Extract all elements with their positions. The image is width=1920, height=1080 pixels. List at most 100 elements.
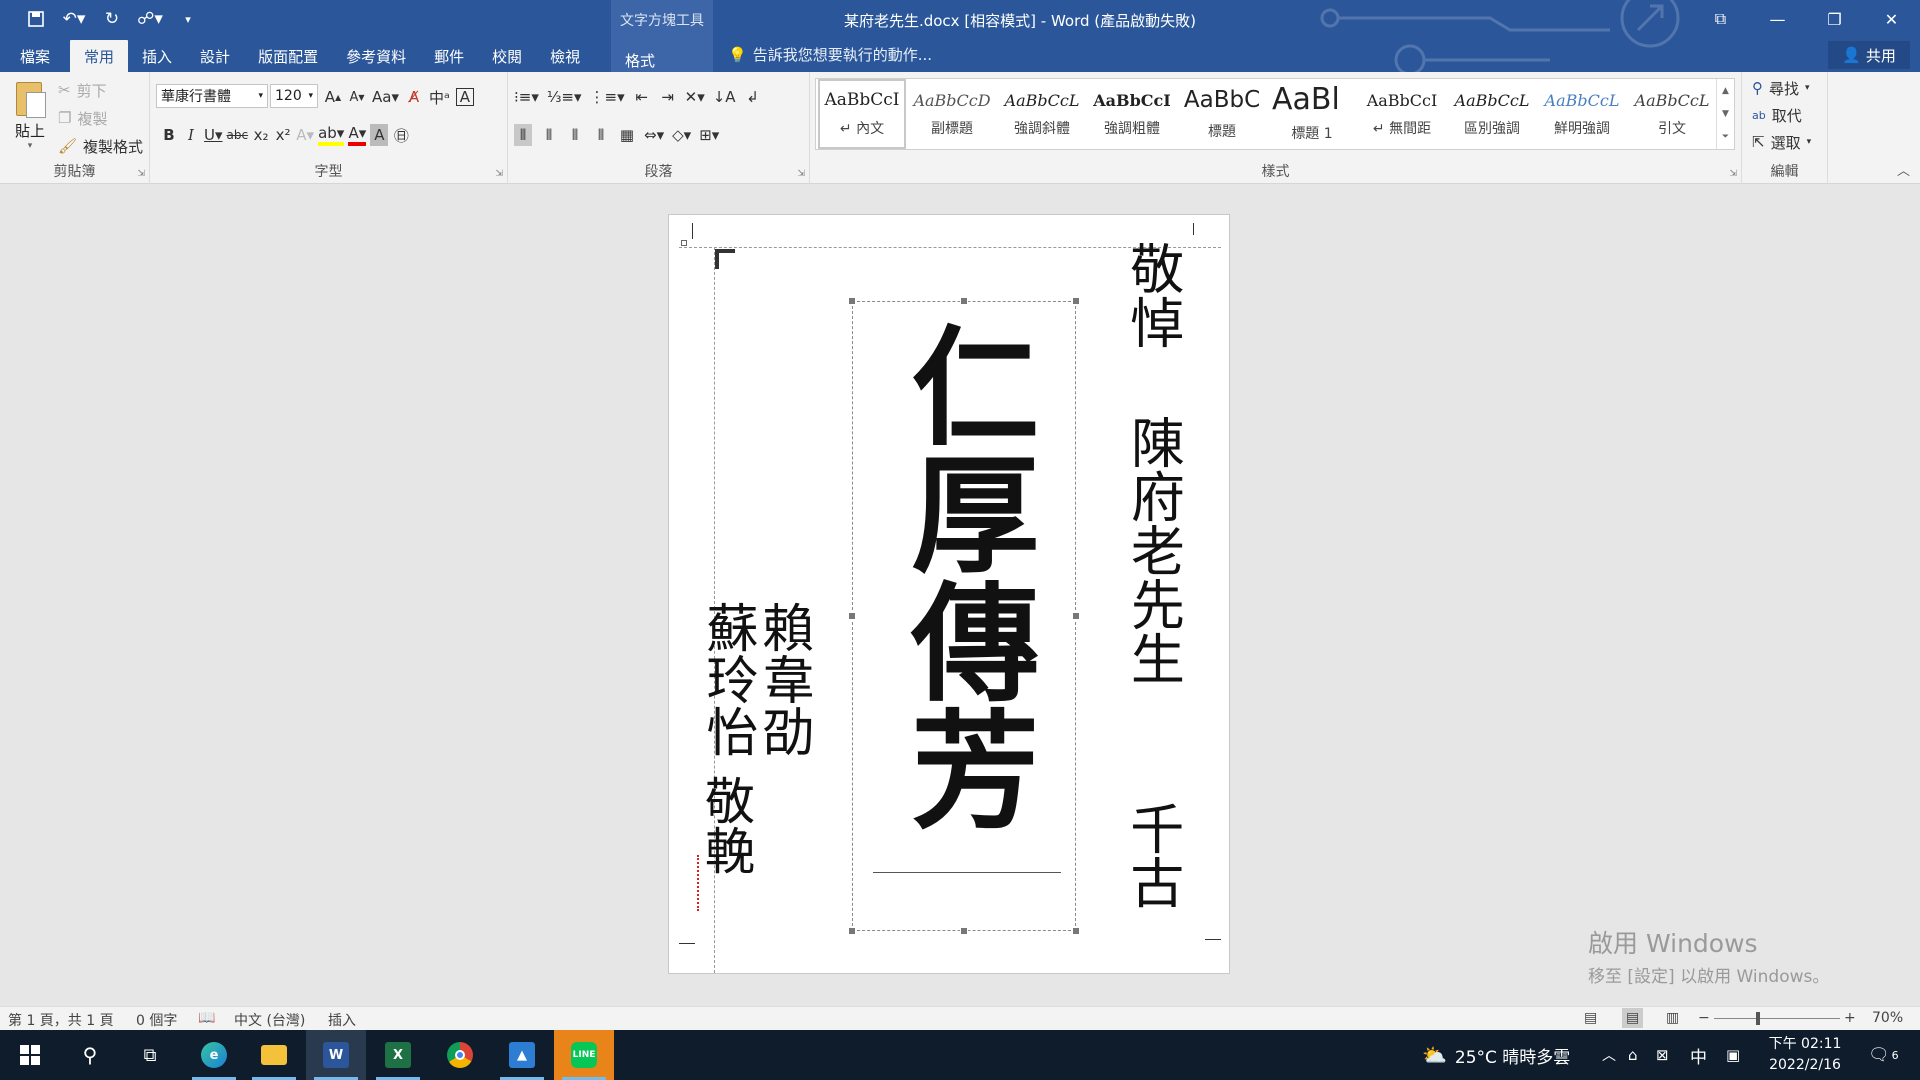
style-heading1[interactable]: AaBl 標題 1 [1268,79,1356,149]
resize-handle[interactable] [848,612,856,620]
tab-references[interactable]: 參考資料 [332,40,420,72]
word-count[interactable]: 0 個字 [136,1010,177,1030]
taskbar-photos[interactable]: ▲ [492,1030,552,1080]
minimize-button[interactable]: — [1749,0,1806,38]
clock[interactable]: 下午 02:11 2022/2/16 [1762,1034,1848,1076]
subscript-icon[interactable]: x₂ [252,124,270,146]
read-mode-icon[interactable]: ▤ [1584,1010,1597,1026]
style-normal[interactable]: AaBbCcI ↵ 內文 [818,79,906,149]
align-middle-icon[interactable]: ⫴ [540,124,558,146]
decrease-indent-icon[interactable]: ⇤ [633,86,651,108]
taskbar-excel[interactable]: X [368,1030,428,1080]
superscript-icon[interactable]: x² [274,124,292,146]
ime-indicator[interactable]: 中 [1690,1030,1707,1080]
resize-handle[interactable] [1072,297,1080,305]
clear-format-icon[interactable]: A̸ [405,86,423,108]
sort-icon[interactable]: ↓A [713,86,736,108]
increase-indent-icon[interactable]: ⇥ [659,86,677,108]
print-layout-icon[interactable]: ▤ [1622,1008,1644,1028]
save-icon[interactable] [20,6,52,32]
tab-design[interactable]: 設計 [186,40,244,72]
resize-handle[interactable] [848,927,856,935]
tab-review[interactable]: 校閱 [478,40,536,72]
resize-handle[interactable] [1072,612,1080,620]
distributed-icon[interactable]: ▦ [618,124,636,146]
multilevel-list-icon[interactable]: ⋮≡▾ [590,86,625,108]
start-button[interactable] [0,1030,60,1080]
select-button[interactable]: ⇱ 選取 ▾ [1752,130,1811,154]
copy-button[interactable]: ❐ 複製 [58,106,143,130]
gallery-more-icon[interactable]: ⏷ [1722,132,1729,142]
resize-handle[interactable] [848,297,856,305]
zoom-in-icon[interactable]: + [1844,1010,1856,1026]
dialog-launcher-icon[interactable]: ⇲ [137,169,145,179]
taskbar-chrome[interactable] [430,1030,490,1080]
insert-mode[interactable]: 插入 [328,1010,356,1030]
proofing-icon[interactable]: 📖 [198,1010,215,1026]
chevron-up-icon[interactable]: ▲ [1722,86,1729,96]
shading-icon[interactable]: ◇▾ [672,124,691,146]
style-subtle-emphasis[interactable]: AaBbCcL 強調斜體 [998,79,1086,149]
find-button[interactable]: ⚲ 尋找 ▾ [1752,76,1811,100]
dialog-launcher-icon[interactable]: ⇲ [797,169,805,179]
network-icon[interactable]: ⊠ [1656,1030,1669,1080]
ribbon-display-options-icon[interactable]: ⧉ [1692,0,1749,38]
char-border-icon[interactable]: A [455,88,474,106]
redo-icon[interactable]: ↻ [96,6,128,32]
format-painter-button[interactable]: 🖌 複製格式 [58,134,143,158]
tell-me-box[interactable]: 💡 告訴我您想要執行的動作... [728,44,932,65]
font-name-combo[interactable]: 華康行書體 ▾ [156,84,268,108]
change-case-button[interactable]: Aa ▾ [372,86,399,108]
weather-widget[interactable]: ⛅ 25°C 晴時多雲 [1422,1030,1570,1080]
close-button[interactable]: ✕ [1863,0,1920,38]
style-title[interactable]: AaBbC 標題 [1178,79,1266,149]
line-spacing-icon[interactable]: ⇔▾ [644,124,664,146]
style-intense-emphasis[interactable]: AaBbCcL 鮮明強調 [1538,79,1626,149]
taskbar-explorer[interactable] [244,1030,304,1080]
undo-icon[interactable]: ↶▾ [58,6,90,32]
italic-icon[interactable]: I [182,124,200,146]
paste-button[interactable]: 貼上 ▾ [10,78,50,151]
zoom-level[interactable]: 70% [1872,1010,1903,1026]
zoom-out-icon[interactable]: − [1698,1010,1710,1026]
taskbar-word[interactable]: W [306,1030,366,1080]
style-subtitle[interactable]: AaBbCcD 副標題 [908,79,996,149]
chevron-down-icon[interactable]: ▼ [1722,109,1729,119]
underline-icon[interactable]: U▾ [204,124,223,146]
bullets-icon[interactable]: ⁝≡▾ [514,86,539,108]
tab-view[interactable]: 檢視 [536,40,594,72]
text-effects-icon[interactable]: A▾ [296,124,314,146]
zoom-slider[interactable] [1714,1018,1840,1019]
style-no-spacing[interactable]: AaBbCcI ↵ 無間距 [1358,79,1446,149]
language-indicator[interactable]: 中文 (台灣) [234,1010,305,1030]
page-count[interactable]: 第 1 頁，共 1 頁 [8,1010,114,1030]
taskbar-line[interactable]: LINE [554,1030,614,1080]
restore-button[interactable]: ❐ [1806,0,1863,38]
tray-chevron-icon[interactable]: ︿ [1602,1030,1616,1080]
style-quote[interactable]: AaBbCcL 引文 [1628,79,1716,149]
share-button[interactable]: 👤 共用 [1828,41,1910,69]
strikethrough-icon[interactable]: abc [227,124,249,146]
style-emphasis[interactable]: AaBbCcL 區別強調 [1448,79,1536,149]
align-bottom-icon[interactable]: ⫴ [566,124,584,146]
show-marks-icon[interactable]: ↲ [744,86,762,108]
tab-layout[interactable]: 版面配置 [244,40,332,72]
font-size-combo[interactable]: 120 ▾ [270,84,318,108]
customize-qat-icon[interactable]: ▾ [172,6,204,32]
taskbar-edge[interactable]: e [184,1030,244,1080]
center-text-box[interactable]: 仁厚傳芳 [848,297,1080,935]
tab-mailings[interactable]: 郵件 [420,40,478,72]
char-shading-icon[interactable]: A [370,124,389,146]
replace-button[interactable]: ab 取代 [1752,103,1811,127]
dialog-launcher-icon[interactable]: ⇲ [495,169,503,179]
enclose-char-icon[interactable]: ㊐ [392,124,410,146]
zoom-thumb[interactable] [1756,1012,1760,1025]
phonetic-guide-icon[interactable]: 中ᵃ [429,86,450,108]
search-button[interactable]: ⚲ [60,1030,120,1080]
numbering-icon[interactable]: ⅓≡▾ [547,86,582,108]
align-top-icon[interactable]: ⫴ [514,124,532,146]
resize-handle[interactable] [1072,927,1080,935]
ime-mode-icon[interactable]: ▣ [1726,1030,1740,1080]
tab-file[interactable]: 檔案 [0,40,70,72]
resize-handle[interactable] [960,297,968,305]
